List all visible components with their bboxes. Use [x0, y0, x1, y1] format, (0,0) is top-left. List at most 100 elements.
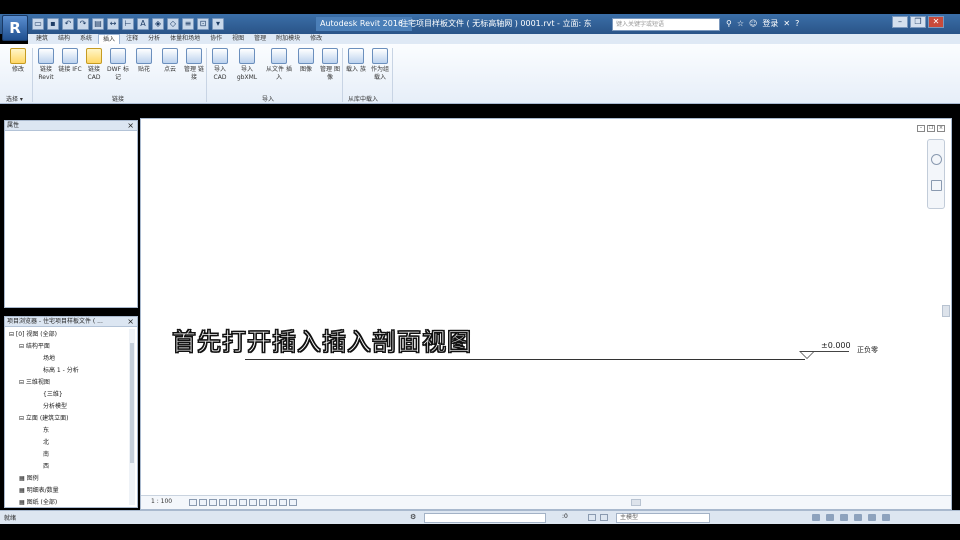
tree-node-site[interactable]: 场地 [7, 353, 135, 365]
level-elevation[interactable]: ±0.000 [821, 341, 851, 350]
level-line[interactable] [245, 359, 805, 360]
design-option-dropdown[interactable]: 主模型 [616, 513, 710, 523]
tree-node-elevations[interactable]: ⊟ 立面 (建筑立面) [7, 413, 135, 425]
tab-annotate[interactable]: 注释 [122, 34, 142, 44]
help-icon[interactable]: ? [795, 17, 799, 31]
restore-button[interactable]: ❐ [910, 16, 926, 28]
application-menu-button[interactable]: R [2, 15, 28, 41]
tab-modify[interactable]: 修改 [306, 34, 326, 44]
view-restore-icon[interactable]: ❐ [927, 125, 935, 132]
import-cad-button[interactable]: 导入 CAD [208, 48, 232, 82]
tab-architecture[interactable]: 建筑 [32, 34, 52, 44]
open-icon[interactable]: ▭ [32, 18, 44, 30]
browser-scrollbar[interactable] [129, 329, 135, 505]
switch-window-icon[interactable]: ▾ [212, 18, 224, 30]
design-options-icon[interactable] [588, 514, 596, 521]
dwf-markup-button[interactable]: DWF 标记 [106, 48, 130, 82]
decal-button[interactable]: 贴花 [132, 48, 156, 74]
text-icon[interactable]: A [137, 18, 149, 30]
tree-node-analytical-model[interactable]: 分析模型 [7, 401, 135, 413]
redo-icon[interactable]: ↷ [77, 18, 89, 30]
worksets-icon[interactable]: ⚙ [410, 513, 416, 521]
tree-node-south[interactable]: 南 [7, 449, 135, 461]
tree-node-legends[interactable]: ▦ 图例 [7, 473, 135, 485]
tab-addins[interactable]: 附加模块 [272, 34, 304, 44]
insert-from-file-button[interactable]: 从文件 插入 [266, 48, 292, 82]
image-button[interactable]: 图像 [294, 48, 318, 74]
sun-path-icon[interactable] [209, 499, 217, 506]
tab-manage[interactable]: 管理 [250, 34, 270, 44]
link-revit-button[interactable]: 链接 Revit [34, 48, 58, 82]
view-scale[interactable]: 1 : 100 [151, 498, 172, 505]
drag-elements-icon[interactable] [868, 514, 876, 521]
workset-dropdown[interactable] [424, 513, 546, 523]
save-icon[interactable]: ▪ [47, 18, 59, 30]
tab-systems[interactable]: 系统 [76, 34, 96, 44]
point-cloud-button[interactable]: 点云 [158, 48, 182, 74]
reveal-hidden-icon[interactable] [259, 499, 267, 506]
tree-node-east[interactable]: 东 [7, 425, 135, 437]
3d-icon[interactable]: ◈ [152, 18, 164, 30]
zoom-icon[interactable] [931, 180, 942, 191]
select-by-face-icon[interactable] [854, 514, 862, 521]
link-ifc-button[interactable]: 链接 IFC [58, 48, 82, 74]
drawing-area[interactable]: – ❐ × ±0.000 正负零 1 : 100 [140, 118, 952, 510]
binoculars-icon[interactable]: ⚲ [726, 17, 732, 31]
temporary-hide-icon[interactable] [249, 499, 257, 506]
tree-node-3d-views[interactable]: ⊟ 三维视图 [7, 377, 135, 389]
highlight-displacement-icon[interactable] [279, 499, 287, 506]
tree-node-level1-analysis[interactable]: 标高 1 - 分析 [7, 365, 135, 377]
steering-wheel-icon[interactable] [931, 154, 942, 165]
tab-structure[interactable]: 结构 [54, 34, 74, 44]
view-minimize-icon[interactable]: – [917, 125, 925, 132]
select-links-icon[interactable] [812, 514, 820, 521]
thin-lines-icon[interactable]: ≡ [182, 18, 194, 30]
load-family-button[interactable]: 载入 族 [344, 48, 368, 74]
tree-node-west[interactable]: 西 [7, 461, 135, 473]
level-head-symbol[interactable] [799, 351, 815, 359]
horizontal-scrollbar[interactable] [631, 499, 641, 506]
tab-massing-site[interactable]: 体量和场地 [166, 34, 204, 44]
select-group-label[interactable]: 选择 ▾ [6, 94, 23, 103]
import-gbxml-button[interactable]: 导入 gbXML [234, 48, 260, 82]
user-icon[interactable]: ☺ [749, 17, 757, 31]
crop-view-icon[interactable] [229, 499, 237, 506]
minimize-button[interactable]: – [892, 16, 908, 28]
select-underlay-icon[interactable] [826, 514, 834, 521]
tree-node-structural-plans[interactable]: ⊟ 结构平面 [7, 341, 135, 353]
filter-icon[interactable] [882, 514, 890, 521]
tree-node-3d[interactable]: {三维} [7, 389, 135, 401]
undo-icon[interactable]: ↶ [62, 18, 74, 30]
editing-requests-icon[interactable] [600, 514, 608, 521]
measure-icon[interactable]: ↔ [107, 18, 119, 30]
sign-in-link[interactable]: 登录 [762, 17, 778, 31]
shadows-icon[interactable] [219, 499, 227, 506]
tree-node-sheets[interactable]: ▦ 图纸 (全部) [7, 497, 135, 507]
tree-node-views[interactable]: ⊟ [0] 视图 (全部) [7, 329, 135, 341]
detail-level-icon[interactable] [189, 499, 197, 506]
analytical-model-icon[interactable] [269, 499, 277, 506]
tab-insert[interactable]: 插入 [98, 34, 121, 44]
exchange-icon[interactable]: ✕ [783, 17, 790, 31]
print-icon[interactable]: ▤ [92, 18, 104, 30]
constraints-icon[interactable] [289, 499, 297, 506]
modify-button[interactable]: 修改 [6, 48, 30, 74]
close-button[interactable]: ✕ [928, 16, 944, 28]
section-icon[interactable]: ◇ [167, 18, 179, 30]
visual-style-icon[interactable] [199, 499, 207, 506]
manage-links-button[interactable]: 管理 链接 [182, 48, 206, 82]
view-close-icon[interactable]: × [937, 125, 945, 132]
dimension-icon[interactable]: ⊢ [122, 18, 134, 30]
tab-view[interactable]: 视图 [228, 34, 248, 44]
show-crop-icon[interactable] [239, 499, 247, 506]
level-name[interactable]: 正负零 [857, 345, 878, 355]
close-properties-icon[interactable]: × [127, 121, 134, 131]
close-project-browser-icon[interactable]: × [127, 317, 134, 327]
tree-node-north[interactable]: 北 [7, 437, 135, 449]
select-pinned-icon[interactable] [840, 514, 848, 521]
tree-node-schedules[interactable]: ▦ 明细表/数量 [7, 485, 135, 497]
load-as-group-button[interactable]: 作为组 载入 [368, 48, 392, 82]
tab-analyze[interactable]: 分析 [144, 34, 164, 44]
search-input[interactable]: 键入关键字或短语 [612, 18, 720, 31]
tab-collaborate[interactable]: 协作 [206, 34, 226, 44]
